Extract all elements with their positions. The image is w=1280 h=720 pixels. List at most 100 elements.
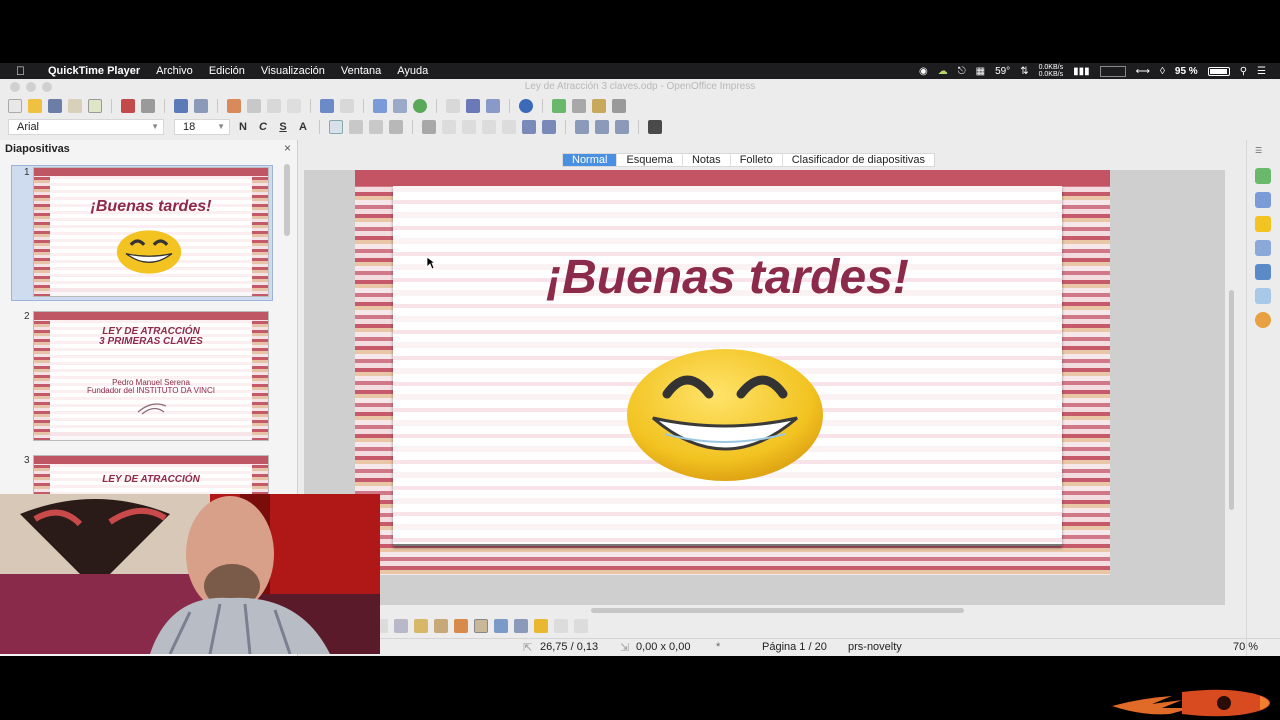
print-icon[interactable]: [141, 99, 155, 113]
zoom-icon[interactable]: [486, 99, 500, 113]
wifi-icon[interactable]: ◊: [1160, 66, 1165, 77]
tab-folleto[interactable]: Folleto: [731, 154, 783, 166]
promote-icon[interactable]: [462, 120, 476, 134]
cloud-icon[interactable]: ☁: [938, 66, 948, 77]
sidebar-animation-icon[interactable]: [1255, 240, 1271, 256]
demote-icon[interactable]: [442, 120, 456, 134]
grid-icon[interactable]: ▦: [976, 66, 985, 77]
menu-ventana[interactable]: Ventana: [341, 65, 381, 77]
menu-edicion[interactable]: Edición: [209, 65, 245, 77]
close-window-button[interactable]: [10, 82, 20, 92]
spellcheck-icon[interactable]: [174, 99, 188, 113]
slide-design-icon[interactable]: [552, 99, 566, 113]
slide-thumbnail-3[interactable]: LEY DE ATRACCIÓN: [33, 455, 269, 495]
autospellcheck-icon[interactable]: [194, 99, 208, 113]
insert-image-icon[interactable]: [454, 619, 468, 633]
zoom-window-button[interactable]: [42, 82, 52, 92]
arrows-icon[interactable]: ⟷: [1136, 66, 1150, 77]
temperature-label[interactable]: 59°: [995, 66, 1010, 77]
underline-button[interactable]: S: [276, 121, 290, 133]
format-paintbrush-icon[interactable]: [287, 99, 301, 113]
bullets-numbering-icon[interactable]: [615, 120, 629, 134]
font-size-combo[interactable]: 18 ▼: [174, 119, 230, 135]
grid-display-icon[interactable]: [446, 99, 460, 113]
battery-icon[interactable]: [1207, 66, 1230, 76]
vertical-scrollbar[interactable]: [1227, 170, 1237, 605]
align-right-icon[interactable]: [369, 120, 383, 134]
sync-icon[interactable]: ⇅: [1020, 66, 1028, 77]
sidebar-layouts-icon[interactable]: [1255, 192, 1271, 208]
tab-clasificador[interactable]: Clasificador de diapositivas: [783, 154, 934, 166]
increase-font-icon[interactable]: [522, 120, 536, 134]
select-icon[interactable]: [380, 619, 388, 633]
spotlight-icon[interactable]: ⚲: [1240, 66, 1247, 77]
paragraph-icon[interactable]: [595, 120, 609, 134]
new-document-icon[interactable]: [8, 99, 22, 113]
current-slide[interactable]: ¡Buenas tardes!: [355, 170, 1110, 575]
font-name-combo[interactable]: Arial ▼: [8, 119, 164, 135]
paste-icon[interactable]: [267, 99, 281, 113]
tab-normal[interactable]: Normal: [563, 154, 618, 166]
arrange-icon[interactable]: [534, 619, 548, 633]
menu-ayuda[interactable]: Ayuda: [397, 65, 428, 77]
points-icon[interactable]: [394, 619, 408, 633]
fontwork-icon[interactable]: [434, 619, 448, 633]
align-objects-icon[interactable]: [514, 619, 528, 633]
export-pdf-icon[interactable]: [121, 99, 135, 113]
save-icon[interactable]: [48, 99, 62, 113]
edit-file-icon[interactable]: [88, 99, 102, 113]
bullets-icon[interactable]: [422, 120, 436, 134]
hyperlink-icon[interactable]: [413, 99, 427, 113]
slide-content-area[interactable]: ¡Buenas tardes!: [393, 186, 1062, 546]
copy-icon[interactable]: [247, 99, 261, 113]
display-icon[interactable]: [612, 99, 626, 113]
bold-button[interactable]: N: [236, 121, 250, 133]
undo-icon[interactable]: [320, 99, 334, 113]
shadow-button[interactable]: A: [296, 121, 310, 133]
slide-thumbnail-2[interactable]: LEY DE ATRACCIÓN 3 PRIMERAS CLAVES Pedro…: [33, 311, 269, 441]
table-icon[interactable]: [393, 99, 407, 113]
sidebar-properties-icon[interactable]: [1255, 168, 1271, 184]
draw-functions-icon[interactable]: [466, 99, 480, 113]
zoom-level[interactable]: 70 %: [1233, 641, 1258, 653]
sidebar-menu-icon[interactable]: ☰: [1255, 146, 1271, 155]
smiley-icon[interactable]: [625, 348, 825, 482]
menu-archivo[interactable]: Archivo: [156, 65, 193, 77]
minimize-window-button[interactable]: [26, 82, 36, 92]
battery-label[interactable]: 95 %: [1175, 66, 1198, 77]
email-icon[interactable]: [68, 99, 82, 113]
glue-points-icon[interactable]: [414, 619, 428, 633]
panel-scrollbar[interactable]: [284, 164, 290, 236]
extrusion-icon[interactable]: [494, 619, 508, 633]
crop-icon[interactable]: [574, 619, 588, 633]
align-center-icon[interactable]: [349, 120, 363, 134]
font-color-icon[interactable]: [648, 120, 662, 134]
shadow-toggle-icon[interactable]: [554, 619, 568, 633]
close-panel-button[interactable]: ×: [284, 141, 291, 155]
menu-app-name[interactable]: QuickTime Player: [48, 65, 140, 77]
sidebar-master-slides-icon[interactable]: [1255, 216, 1271, 232]
align-left-icon[interactable]: [329, 120, 343, 134]
sidebar-transition-icon[interactable]: [1255, 264, 1271, 280]
tab-esquema[interactable]: Esquema: [617, 154, 683, 166]
slide-layout-icon[interactable]: [572, 99, 586, 113]
decrease-font-icon[interactable]: [542, 120, 556, 134]
move-up-icon[interactable]: [482, 120, 496, 134]
justify-icon[interactable]: [389, 120, 403, 134]
open-folder-icon[interactable]: [28, 99, 42, 113]
apple-icon[interactable]: : [16, 64, 38, 78]
sidebar-gallery-icon[interactable]: [1255, 288, 1271, 304]
network-monitor[interactable]: 0.0KB/s 0.0KB/s: [1039, 64, 1064, 78]
power-icon[interactable]: ⎋: [958, 66, 966, 77]
memory-graph-icon[interactable]: [1099, 65, 1126, 77]
slide-title[interactable]: ¡Buenas tardes!: [393, 250, 1062, 305]
notification-center-icon[interactable]: ☰: [1257, 66, 1266, 77]
slide-show-icon[interactable]: [592, 99, 606, 113]
record-icon[interactable]: ◉: [919, 66, 928, 77]
sidebar-navigator-icon[interactable]: [1255, 312, 1271, 328]
move-down-icon[interactable]: [502, 120, 516, 134]
horizontal-scrollbar[interactable]: [304, 605, 1225, 615]
italic-button[interactable]: C: [256, 121, 270, 133]
cut-icon[interactable]: [227, 99, 241, 113]
slide-thumbnail-1[interactable]: ¡Buenas tardes!: [33, 167, 269, 297]
